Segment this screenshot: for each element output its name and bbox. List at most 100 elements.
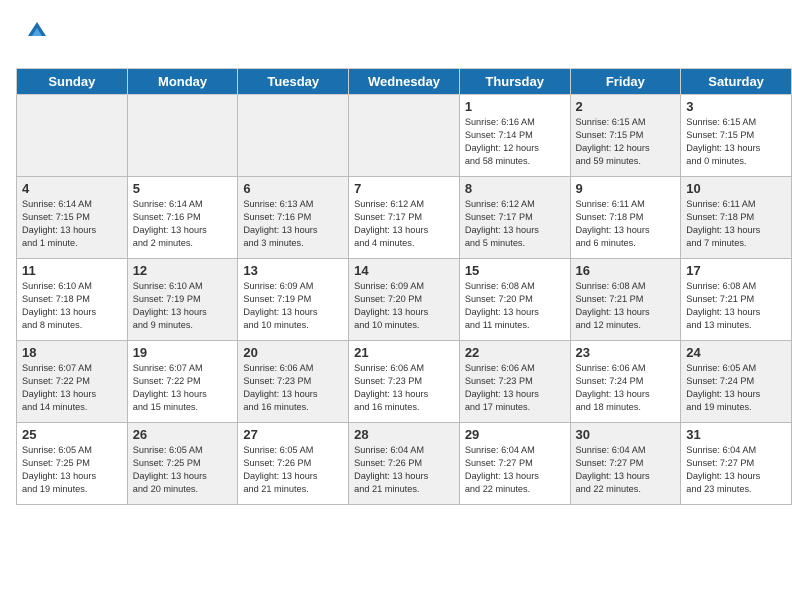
day-number: 1 [465, 99, 565, 114]
week-row-4: 18 Sunrise: 6:07 AMSunset: 7:22 PMDayligh… [17, 341, 792, 423]
calendar-cell: 26 Sunrise: 6:05 AMSunset: 7:25 PMDayligh… [127, 423, 238, 505]
header [0, 0, 792, 68]
cell-info: Sunrise: 6:10 AMSunset: 7:19 PMDaylight:… [133, 280, 233, 332]
day-number: 31 [686, 427, 786, 442]
calendar-cell: 21Sunrise: 6:06 AMSunset: 7:23 PMDayligh… [349, 341, 460, 423]
calendar-cell: 20 Sunrise: 6:06 AMSunset: 7:23 PMDayligh… [238, 341, 349, 423]
cell-info: Sunrise: 6:12 AMSunset: 7:17 PMDaylight:… [465, 198, 565, 250]
calendar-cell [238, 95, 349, 177]
day-number: 20 [243, 345, 343, 360]
day-number: 4 [22, 181, 122, 196]
cell-info: Sunrise: 6:08 AMSunset: 7:20 PMDaylight:… [465, 280, 565, 332]
calendar-cell [17, 95, 128, 177]
cell-info: Sunrise: 6:06 AMSunset: 7:23 PMDaylight:… [243, 362, 343, 414]
day-header-thursday: Thursday [459, 69, 570, 95]
calendar-cell: 6Sunrise: 6:13 AMSunset: 7:16 PMDaylight… [238, 177, 349, 259]
cell-info: Sunrise: 6:05 AMSunset: 7:24 PMDaylight:… [686, 362, 786, 414]
cell-info: Sunrise: 6:04 AMSunset: 7:27 PMDaylight:… [686, 444, 786, 496]
day-number: 24 [686, 345, 786, 360]
cell-info: Sunrise: 6:04 AMSunset: 7:27 PMDaylight:… [465, 444, 565, 496]
calendar-cell: 17 Sunrise: 6:08 AMSunset: 7:21 PMDayligh… [681, 259, 792, 341]
day-number: 19 [133, 345, 233, 360]
cell-info: Sunrise: 6:12 AMSunset: 7:17 PMDaylight:… [354, 198, 454, 250]
day-number: 2 [576, 99, 676, 114]
day-number: 6 [243, 181, 343, 196]
calendar-container: SundayMondayTuesdayWednesdayThursdayFrid… [0, 68, 792, 513]
cell-info: Sunrise: 6:10 AMSunset: 7:18 PMDaylight:… [22, 280, 122, 332]
day-header-monday: Monday [127, 69, 238, 95]
cell-info: Sunrise: 6:11 AMSunset: 7:18 PMDaylight:… [576, 198, 676, 250]
day-number: 5 [133, 181, 233, 196]
week-row-1: 1 Sunrise: 6:16 AMSunset: 7:14 PMDaylight… [17, 95, 792, 177]
cell-info: Sunrise: 6:09 AMSunset: 7:20 PMDaylight:… [354, 280, 454, 332]
day-number: 11 [22, 263, 122, 278]
cell-info: Sunrise: 6:06 AMSunset: 7:23 PMDaylight:… [354, 362, 454, 414]
day-number: 7 [354, 181, 454, 196]
calendar-cell: 11 Sunrise: 6:10 AMSunset: 7:18 PMDayligh… [17, 259, 128, 341]
calendar-cell: 9 Sunrise: 6:11 AMSunset: 7:18 PMDaylight… [570, 177, 681, 259]
cell-info: Sunrise: 6:07 AMSunset: 7:22 PMDaylight:… [22, 362, 122, 414]
cell-info: Sunrise: 6:05 AMSunset: 7:26 PMDaylight:… [243, 444, 343, 496]
day-number: 8 [465, 181, 565, 196]
cell-info: Sunrise: 6:15 AMSunset: 7:15 PMDaylight:… [686, 116, 786, 168]
cell-info: Sunrise: 6:06 AMSunset: 7:23 PMDaylight:… [465, 362, 565, 414]
cell-info: Sunrise: 6:08 AMSunset: 7:21 PMDaylight:… [686, 280, 786, 332]
calendar-cell: 23 Sunrise: 6:06 AMSunset: 7:24 PMDayligh… [570, 341, 681, 423]
calendar-cell: 10 Sunrise: 6:11 AMSunset: 7:18 PMDayligh… [681, 177, 792, 259]
calendar-table: SundayMondayTuesdayWednesdayThursdayFrid… [16, 68, 792, 505]
week-row-3: 11 Sunrise: 6:10 AMSunset: 7:18 PMDayligh… [17, 259, 792, 341]
day-number: 29 [465, 427, 565, 442]
day-header-wednesday: Wednesday [349, 69, 460, 95]
day-number: 27 [243, 427, 343, 442]
cell-info: Sunrise: 6:05 AMSunset: 7:25 PMDaylight:… [133, 444, 233, 496]
day-number: 10 [686, 181, 786, 196]
logo [24, 18, 48, 58]
calendar-cell: 12Sunrise: 6:10 AMSunset: 7:19 PMDayligh… [127, 259, 238, 341]
calendar-cell: 15Sunrise: 6:08 AMSunset: 7:20 PMDayligh… [459, 259, 570, 341]
calendar-cell: 1 Sunrise: 6:16 AMSunset: 7:14 PMDaylight… [459, 95, 570, 177]
day-number: 3 [686, 99, 786, 114]
calendar-cell: 14 Sunrise: 6:09 AMSunset: 7:20 PMDayligh… [349, 259, 460, 341]
cell-info: Sunrise: 6:15 AMSunset: 7:15 PMDaylight:… [576, 116, 676, 168]
day-number: 17 [686, 263, 786, 278]
calendar-cell [349, 95, 460, 177]
cell-info: Sunrise: 6:07 AMSunset: 7:22 PMDaylight:… [133, 362, 233, 414]
header-row: SundayMondayTuesdayWednesdayThursdayFrid… [17, 69, 792, 95]
calendar-cell: 30 Sunrise: 6:04 AMSunset: 7:27 PMDayligh… [570, 423, 681, 505]
day-number: 25 [22, 427, 122, 442]
calendar-cell: 27 Sunrise: 6:05 AMSunset: 7:26 PMDayligh… [238, 423, 349, 505]
calendar-cell: 29 Sunrise: 6:04 AMSunset: 7:27 PMDayligh… [459, 423, 570, 505]
day-number: 23 [576, 345, 676, 360]
cell-info: Sunrise: 6:04 AMSunset: 7:26 PMDaylight:… [354, 444, 454, 496]
cell-info: Sunrise: 6:04 AMSunset: 7:27 PMDaylight:… [576, 444, 676, 496]
day-header-tuesday: Tuesday [238, 69, 349, 95]
day-number: 9 [576, 181, 676, 196]
cell-info: Sunrise: 6:14 AMSunset: 7:15 PMDaylight:… [22, 198, 122, 250]
day-number: 30 [576, 427, 676, 442]
day-number: 14 [354, 263, 454, 278]
day-number: 13 [243, 263, 343, 278]
page-container: SundayMondayTuesdayWednesdayThursdayFrid… [0, 0, 792, 513]
cell-info: Sunrise: 6:16 AMSunset: 7:14 PMDaylight:… [465, 116, 565, 168]
cell-info: Sunrise: 6:08 AMSunset: 7:21 PMDaylight:… [576, 280, 676, 332]
calendar-cell [127, 95, 238, 177]
calendar-cell: 22Sunrise: 6:06 AMSunset: 7:23 PMDayligh… [459, 341, 570, 423]
cell-info: Sunrise: 6:09 AMSunset: 7:19 PMDaylight:… [243, 280, 343, 332]
calendar-cell: 16Sunrise: 6:08 AMSunset: 7:21 PMDayligh… [570, 259, 681, 341]
calendar-cell: 3 Sunrise: 6:15 AMSunset: 7:15 PMDaylight… [681, 95, 792, 177]
calendar-cell: 5Sunrise: 6:14 AMSunset: 7:16 PMDaylight… [127, 177, 238, 259]
day-number: 18 [22, 345, 122, 360]
cell-info: Sunrise: 6:11 AMSunset: 7:18 PMDaylight:… [686, 198, 786, 250]
day-number: 26 [133, 427, 233, 442]
cell-info: Sunrise: 6:05 AMSunset: 7:25 PMDaylight:… [22, 444, 122, 496]
calendar-cell: 4 Sunrise: 6:14 AMSunset: 7:15 PMDaylight… [17, 177, 128, 259]
day-number: 28 [354, 427, 454, 442]
calendar-cell: 25 Sunrise: 6:05 AMSunset: 7:25 PMDayligh… [17, 423, 128, 505]
day-header-friday: Friday [570, 69, 681, 95]
day-header-saturday: Saturday [681, 69, 792, 95]
cell-info: Sunrise: 6:06 AMSunset: 7:24 PMDaylight:… [576, 362, 676, 414]
calendar-cell: 24 Sunrise: 6:05 AMSunset: 7:24 PMDayligh… [681, 341, 792, 423]
week-row-2: 4 Sunrise: 6:14 AMSunset: 7:15 PMDaylight… [17, 177, 792, 259]
calendar-cell: 31 Sunrise: 6:04 AMSunset: 7:27 PMDayligh… [681, 423, 792, 505]
calendar-cell: 8 Sunrise: 6:12 AMSunset: 7:17 PMDaylight… [459, 177, 570, 259]
